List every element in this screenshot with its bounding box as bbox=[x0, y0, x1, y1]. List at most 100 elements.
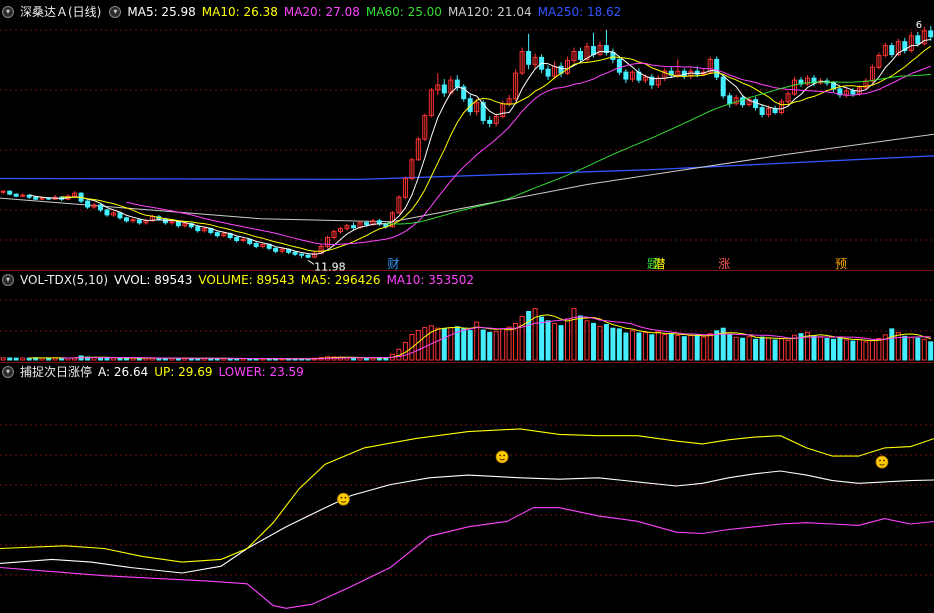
volume-bar bbox=[13, 357, 19, 361]
volume-bar bbox=[863, 341, 869, 361]
volume-bar bbox=[591, 322, 596, 361]
candle-body bbox=[545, 68, 551, 77]
candle-body bbox=[273, 247, 279, 252]
high-price-label: 6 bbox=[916, 20, 922, 31]
candle-body bbox=[240, 239, 246, 241]
candle bbox=[805, 75, 810, 86]
volume-bar bbox=[0, 357, 6, 361]
volume-bar bbox=[526, 311, 532, 361]
candle bbox=[895, 38, 901, 57]
candle bbox=[325, 235, 330, 249]
candle-body bbox=[13, 193, 19, 197]
candle bbox=[104, 208, 110, 217]
candle-body bbox=[104, 209, 110, 216]
volume-bar bbox=[506, 326, 512, 361]
candle-body bbox=[578, 51, 583, 60]
volume-bar bbox=[111, 357, 116, 361]
candle bbox=[136, 218, 142, 225]
candle bbox=[273, 247, 279, 254]
volume-bar bbox=[565, 318, 570, 361]
candle bbox=[253, 242, 259, 249]
smiley-face bbox=[337, 492, 350, 506]
candle bbox=[124, 216, 129, 223]
volume-bar bbox=[571, 308, 577, 361]
volume-bar bbox=[636, 332, 642, 361]
volume-bar bbox=[785, 339, 791, 361]
volume-bar bbox=[707, 333, 713, 361]
smiley-eye bbox=[344, 496, 347, 499]
indicator-pane[interactable] bbox=[0, 428, 934, 609]
low-price-label: 11.98 bbox=[314, 260, 346, 273]
candle bbox=[415, 137, 421, 161]
volume-bar bbox=[435, 327, 441, 361]
candle bbox=[299, 253, 305, 259]
volume-pane[interactable] bbox=[0, 308, 934, 361]
smiley-eye bbox=[883, 459, 885, 462]
volume-bar bbox=[837, 337, 843, 361]
candle-body bbox=[136, 219, 142, 224]
volume-bar bbox=[746, 336, 752, 361]
candle-body bbox=[175, 221, 181, 227]
volume-bar bbox=[422, 327, 428, 361]
volume-bar bbox=[889, 328, 895, 361]
candle bbox=[0, 190, 6, 195]
event-marker: 财 bbox=[387, 257, 399, 271]
volume-bar bbox=[928, 341, 934, 361]
candle bbox=[837, 86, 843, 98]
smiley-eye bbox=[503, 454, 506, 457]
candle-body bbox=[169, 221, 175, 224]
candle bbox=[441, 79, 447, 97]
candle bbox=[214, 231, 220, 238]
event-marker: 预 bbox=[835, 257, 847, 271]
candle bbox=[111, 210, 116, 217]
stock-chart[interactable]: 11.986财 题潜涨预 bbox=[0, 0, 934, 613]
candle-body bbox=[610, 52, 616, 60]
candle bbox=[571, 47, 577, 64]
volume-bar bbox=[675, 335, 681, 361]
candle bbox=[487, 116, 493, 128]
volume-bar bbox=[649, 334, 655, 361]
candle-body bbox=[714, 58, 720, 78]
indicator-lower-line bbox=[0, 507, 934, 609]
candle-body bbox=[195, 226, 201, 232]
volume-bar bbox=[655, 331, 661, 361]
volume-bar bbox=[578, 315, 583, 361]
candle-body bbox=[351, 225, 356, 229]
candle-body bbox=[740, 97, 746, 106]
candle bbox=[435, 73, 441, 95]
candle-body bbox=[915, 35, 921, 45]
volume-bar bbox=[921, 338, 927, 361]
volume-bar bbox=[532, 308, 538, 361]
volume-bar bbox=[467, 329, 473, 361]
volume-bar bbox=[843, 339, 849, 361]
candle-body bbox=[85, 200, 91, 208]
volume-bar bbox=[629, 330, 635, 361]
volume-bar bbox=[487, 331, 493, 361]
candle bbox=[545, 65, 551, 81]
candle bbox=[493, 113, 499, 127]
candle bbox=[597, 41, 603, 57]
volume-bar bbox=[20, 357, 26, 361]
volume-bar bbox=[616, 328, 622, 361]
candle-body bbox=[441, 84, 447, 94]
volume-bar bbox=[448, 327, 454, 361]
candle bbox=[526, 33, 532, 70]
price-pane[interactable]: 11.986财 题潜涨预 bbox=[0, 20, 934, 274]
volume-bar bbox=[545, 320, 551, 361]
volume-bar bbox=[701, 336, 707, 361]
candle bbox=[305, 254, 311, 259]
candle-body bbox=[247, 239, 253, 244]
volume-bar bbox=[869, 339, 875, 361]
volume-bar bbox=[610, 327, 616, 361]
candle bbox=[13, 193, 19, 198]
candle bbox=[292, 251, 298, 257]
candle bbox=[234, 236, 240, 243]
volume-bar bbox=[117, 357, 123, 361]
candle-body bbox=[253, 242, 259, 247]
candle-body bbox=[759, 107, 765, 115]
volume-bar bbox=[714, 330, 720, 361]
volume-bar bbox=[772, 339, 778, 361]
candle-body bbox=[98, 204, 103, 211]
ma250-line bbox=[0, 155, 934, 181]
grid bbox=[0, 29, 934, 576]
